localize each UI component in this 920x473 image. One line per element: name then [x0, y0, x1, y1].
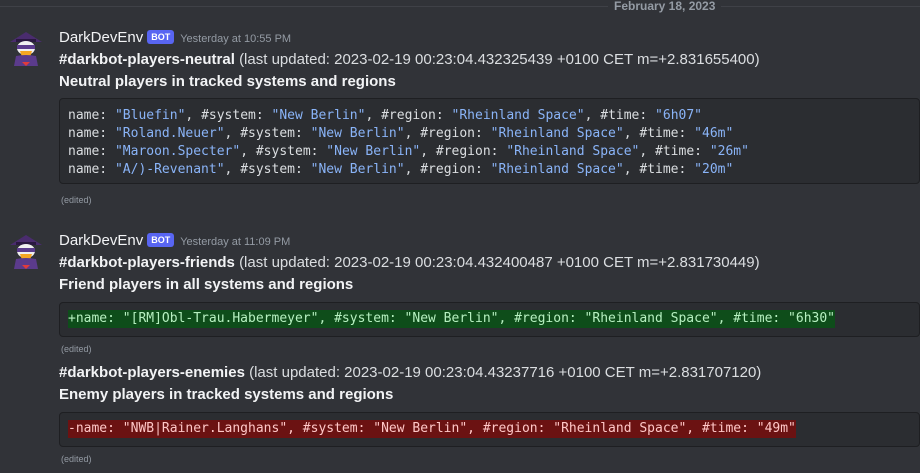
last-updated-text: (last updated: 2023-02-19 00:23:04.43232…	[239, 51, 760, 68]
edited-label: (edited)	[61, 344, 92, 354]
channel-name: #darkbot-players-neutral	[59, 51, 235, 68]
friend-players-codeblock: +name: "[RM]Obl-Trau.Habermeyer", #syste…	[59, 302, 920, 337]
message-subtitle: Neutral players in tracked systems and r…	[59, 71, 396, 92]
bot-badge: BOT	[147, 30, 175, 44]
last-updated-text: (last updated: 2023-02-19 00:23:04.43237…	[249, 364, 762, 381]
message-subtitle: Friend players in all systems and region…	[59, 274, 353, 295]
message-timestamp[interactable]: Yesterday at 10:55 PM	[180, 33, 291, 45]
enemy-players-codeblock: -name: "NWB|Rainer.Langhans", #system: "…	[59, 412, 920, 447]
username[interactable]: DarkDevEnv	[59, 232, 143, 249]
message-timestamp[interactable]: Yesterday at 11:09 PM	[180, 236, 290, 248]
edited-label: (edited)	[61, 454, 92, 464]
diff-added-line: +name: "[RM]Obl-Trau.Habermeyer", #syste…	[68, 310, 836, 328]
subtitle-text: Friend players in all systems and region…	[59, 276, 354, 293]
code-row: name: "A/)-Revenant", #system: "New Berl…	[68, 162, 734, 177]
code-row: +name: "[RM]Obl-Trau.Habermeyer", #syste…	[60, 310, 919, 328]
date-divider: February 18, 2023	[0, 0, 920, 13]
darkwing-duck-avatar-icon[interactable]	[6, 28, 46, 68]
message-header: DarkDevEnv BOT Yesterday at 10:55 PM	[59, 28, 291, 48]
code-row: name: "Maroon.Specter", #system: "New Be…	[68, 144, 749, 159]
message-header: DarkDevEnv BOT Yesterday at 11:09 PM	[59, 231, 290, 251]
message-title-line: #darkbot-players-enemies (last updated: …	[59, 362, 761, 383]
code-row: name: "Bluefin", #system: "New Berlin", …	[68, 108, 703, 123]
last-updated-text: (last updated: 2023-02-19 00:23:04.43240…	[239, 254, 760, 271]
message-title-line: #darkbot-players-neutral (last updated: …	[59, 49, 760, 70]
subtitle-text: Neutral players in tracked systems and r…	[59, 73, 396, 90]
divider-line	[0, 6, 920, 7]
darkwing-duck-avatar-icon[interactable]	[6, 231, 46, 271]
channel-name: #darkbot-players-enemies	[59, 364, 245, 381]
bot-badge: BOT	[147, 233, 175, 247]
code-row: -name: "NWB|Rainer.Langhans", #system: "…	[60, 420, 919, 438]
neutral-players-codeblock: name: "Bluefin", #system: "New Berlin", …	[59, 98, 920, 184]
diff-removed-line: -name: "NWB|Rainer.Langhans", #system: "…	[68, 420, 796, 438]
message-title-line: #darkbot-players-friends (last updated: …	[59, 252, 760, 273]
channel-name: #darkbot-players-friends	[59, 254, 235, 271]
username[interactable]: DarkDevEnv	[59, 29, 143, 46]
code-row: name: "Roland.Neuer", #system: "New Berl…	[68, 126, 734, 141]
edited-label: (edited)	[61, 195, 92, 205]
divider-date: February 18, 2023	[608, 0, 722, 13]
message-subtitle: Enemy players in tracked systems and reg…	[59, 384, 393, 405]
subtitle-text: Enemy players in tracked systems and reg…	[59, 386, 394, 403]
